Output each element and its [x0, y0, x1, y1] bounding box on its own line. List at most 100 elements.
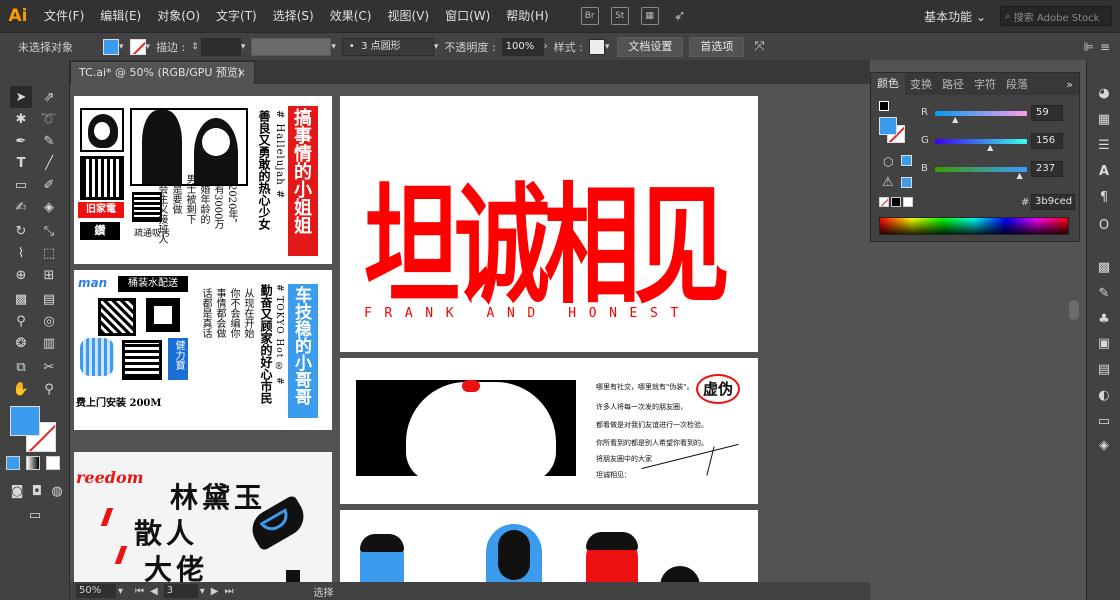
shaper-tool-icon[interactable]: ✍: [10, 196, 32, 218]
tab-pathfinder[interactable]: 路径: [937, 76, 969, 92]
menu-file[interactable]: 文件(F): [36, 0, 92, 32]
scale-tool-icon[interactable]: ⤡: [38, 220, 60, 242]
shape-builder-tool-icon[interactable]: ⊕: [10, 264, 32, 286]
align-icon[interactable]: ⊫: [1083, 37, 1093, 57]
transform-icon[interactable]: ⤧: [754, 37, 764, 57]
expand-icon[interactable]: »: [1066, 78, 1073, 91]
swatches-panel-icon[interactable]: ▩: [1093, 256, 1115, 278]
b-slider[interactable]: [935, 167, 1027, 172]
rotate-tool-icon[interactable]: ↻: [10, 220, 32, 242]
gamut-swatch[interactable]: [901, 177, 912, 188]
tab-character[interactable]: 字符: [969, 76, 1001, 92]
color-spectrum[interactable]: [879, 217, 1069, 235]
artboard-faces[interactable]: [340, 510, 758, 582]
layers-panel-icon[interactable]: ◈: [1093, 434, 1115, 456]
none-swatch[interactable]: [879, 197, 889, 207]
transparency-panel-icon[interactable]: ◐: [1093, 384, 1115, 406]
appearance-panel-icon[interactable]: ▭: [1093, 410, 1115, 432]
menu-effect[interactable]: 效果(C): [322, 0, 380, 32]
zoom-tool-icon[interactable]: ⚲: [38, 378, 60, 400]
column-graph-tool-icon[interactable]: ▥: [38, 332, 60, 354]
character-panel-icon[interactable]: A: [1093, 160, 1115, 182]
color-guide-icon[interactable]: ▦: [1093, 108, 1115, 130]
direct-selection-tool-icon[interactable]: ⇗: [38, 86, 60, 108]
pen-tool-icon[interactable]: ✒: [10, 130, 32, 152]
white-swatch[interactable]: [903, 197, 913, 207]
tab-paragraph[interactable]: 段落: [1001, 76, 1033, 92]
style-swatch[interactable]: ▾: [588, 37, 609, 57]
opentype-panel-icon[interactable]: O: [1093, 214, 1115, 236]
menu-help[interactable]: 帮助(H): [498, 0, 556, 32]
tab-color[interactable]: 颜色: [871, 73, 905, 95]
width-tool-icon[interactable]: ⌇: [10, 242, 32, 264]
gradient-tool-icon[interactable]: ▤: [38, 288, 60, 310]
first-page-icon[interactable]: ⏮: [135, 586, 144, 597]
b-slider-thumb[interactable]: ▲: [1017, 171, 1023, 180]
brush-definition[interactable]: • 3 点圆形 ▾: [341, 37, 438, 57]
prev-page-icon[interactable]: ◀: [150, 586, 158, 597]
stroke-swatch[interactable]: ▾: [129, 37, 150, 57]
menu-window[interactable]: 窗口(W): [437, 0, 498, 32]
artboard-girl[interactable]: 旧家電 鑽 疏通吸污 社会主义接班人 还是要做 男士被剩下 适婚年龄的 将有30…: [74, 96, 332, 264]
menu-type[interactable]: 文字(T): [208, 0, 265, 32]
draw-behind-icon[interactable]: ◘: [26, 480, 48, 502]
curvature-tool-icon[interactable]: ✎: [38, 130, 60, 152]
brushes-panel-icon[interactable]: ✎: [1093, 282, 1115, 304]
menu-select[interactable]: 选择(S): [265, 0, 322, 32]
rectangle-tool-icon[interactable]: ▭: [10, 174, 32, 196]
search-input[interactable]: 搜索 Adobe Stock: [1014, 9, 1100, 24]
bridge-button[interactable]: Br: [580, 7, 599, 25]
graphic-styles-icon[interactable]: ▣: [1093, 332, 1115, 354]
stroke-panel-icon[interactable]: ☰: [1093, 134, 1115, 156]
draw-inside-icon[interactable]: ◍: [46, 480, 68, 502]
small-fill-swatch-icon[interactable]: [879, 101, 889, 111]
artboard-boy[interactable]: man 桶装水配送 健力寶 费上门安装 200M 话都是真话 事情都会做 你不会…: [74, 270, 332, 430]
stroke-weight-stepper[interactable]: ⇕ ▾: [191, 37, 245, 57]
artboard-freedom[interactable]: reedom 林黛玉 散人 大佬: [74, 452, 332, 582]
hand-tool-icon[interactable]: ✋: [10, 378, 32, 400]
workspace-switcher[interactable]: 基本功能 ⌄: [924, 8, 986, 25]
menu-object[interactable]: 对象(O): [149, 0, 208, 32]
fill-swatch[interactable]: ▾: [103, 37, 124, 57]
color-panel-icon[interactable]: ◕: [1093, 82, 1115, 104]
artboard-tool-icon[interactable]: ⧉: [10, 356, 32, 378]
dock-scrollbar[interactable]: [1069, 300, 1079, 320]
arrange-documents-icon[interactable]: ▦: [640, 7, 659, 25]
menu-view[interactable]: 视图(V): [379, 0, 437, 32]
draw-normal-icon[interactable]: ◙: [6, 480, 28, 502]
eyedropper-tool-icon[interactable]: ⚲: [10, 310, 32, 332]
hex-input[interactable]: 3b9ced: [1031, 194, 1075, 210]
symbols-panel-icon[interactable]: ♣: [1093, 308, 1115, 330]
paragraph-panel-icon[interactable]: ¶: [1093, 186, 1115, 208]
gradient-mode-icon[interactable]: [26, 456, 40, 470]
screen-mode-icon[interactable]: ▭: [24, 504, 46, 526]
free-transform-tool-icon[interactable]: ⬚: [38, 242, 60, 264]
artboard-title[interactable]: 坦诚相见 FRANK AND HONEST: [340, 96, 758, 352]
preferences-button[interactable]: 首选项: [689, 36, 745, 57]
none-mode-icon[interactable]: [46, 456, 60, 470]
page-number[interactable]: 3: [163, 584, 198, 598]
symbol-sprayer-tool-icon[interactable]: ❂: [10, 332, 32, 354]
menu-edit[interactable]: 编辑(E): [92, 0, 149, 32]
mesh-tool-icon[interactable]: ▩: [10, 288, 32, 310]
zoom-dropdown-icon[interactable]: ▾: [118, 586, 123, 597]
g-slider-thumb[interactable]: ▲: [987, 143, 993, 152]
artboard-mask[interactable]: 虚伪 哪里有社交，哪里就有"伪装"。 许多人将每一次发的朋友圈， 都看做是对我们…: [340, 358, 758, 504]
g-input[interactable]: 156: [1031, 133, 1063, 149]
b-input[interactable]: 237: [1031, 161, 1063, 177]
color-mode-icon[interactable]: [6, 456, 20, 470]
document-tab[interactable]: TC.ai* @ 50% (RGB/GPU 预览) ×: [70, 61, 255, 84]
paintbrush-tool-icon[interactable]: ✐: [38, 174, 60, 196]
close-icon[interactable]: ×: [237, 62, 246, 84]
stock-button[interactable]: St: [610, 7, 629, 25]
black-swatch[interactable]: [891, 197, 901, 207]
r-input[interactable]: 59: [1031, 105, 1063, 121]
panel-menu-icon[interactable]: ≡: [1100, 37, 1110, 57]
lasso-tool-icon[interactable]: ➰: [38, 108, 60, 130]
next-page-icon[interactable]: ▶: [211, 586, 219, 597]
page-dropdown-icon[interactable]: ▾: [200, 586, 205, 597]
variable-width-profile[interactable]: ▾: [251, 37, 336, 57]
gradient-panel-icon[interactable]: ▤: [1093, 358, 1115, 380]
r-slider-thumb[interactable]: ▲: [952, 115, 958, 124]
last-page-icon[interactable]: ⏭: [224, 586, 233, 597]
